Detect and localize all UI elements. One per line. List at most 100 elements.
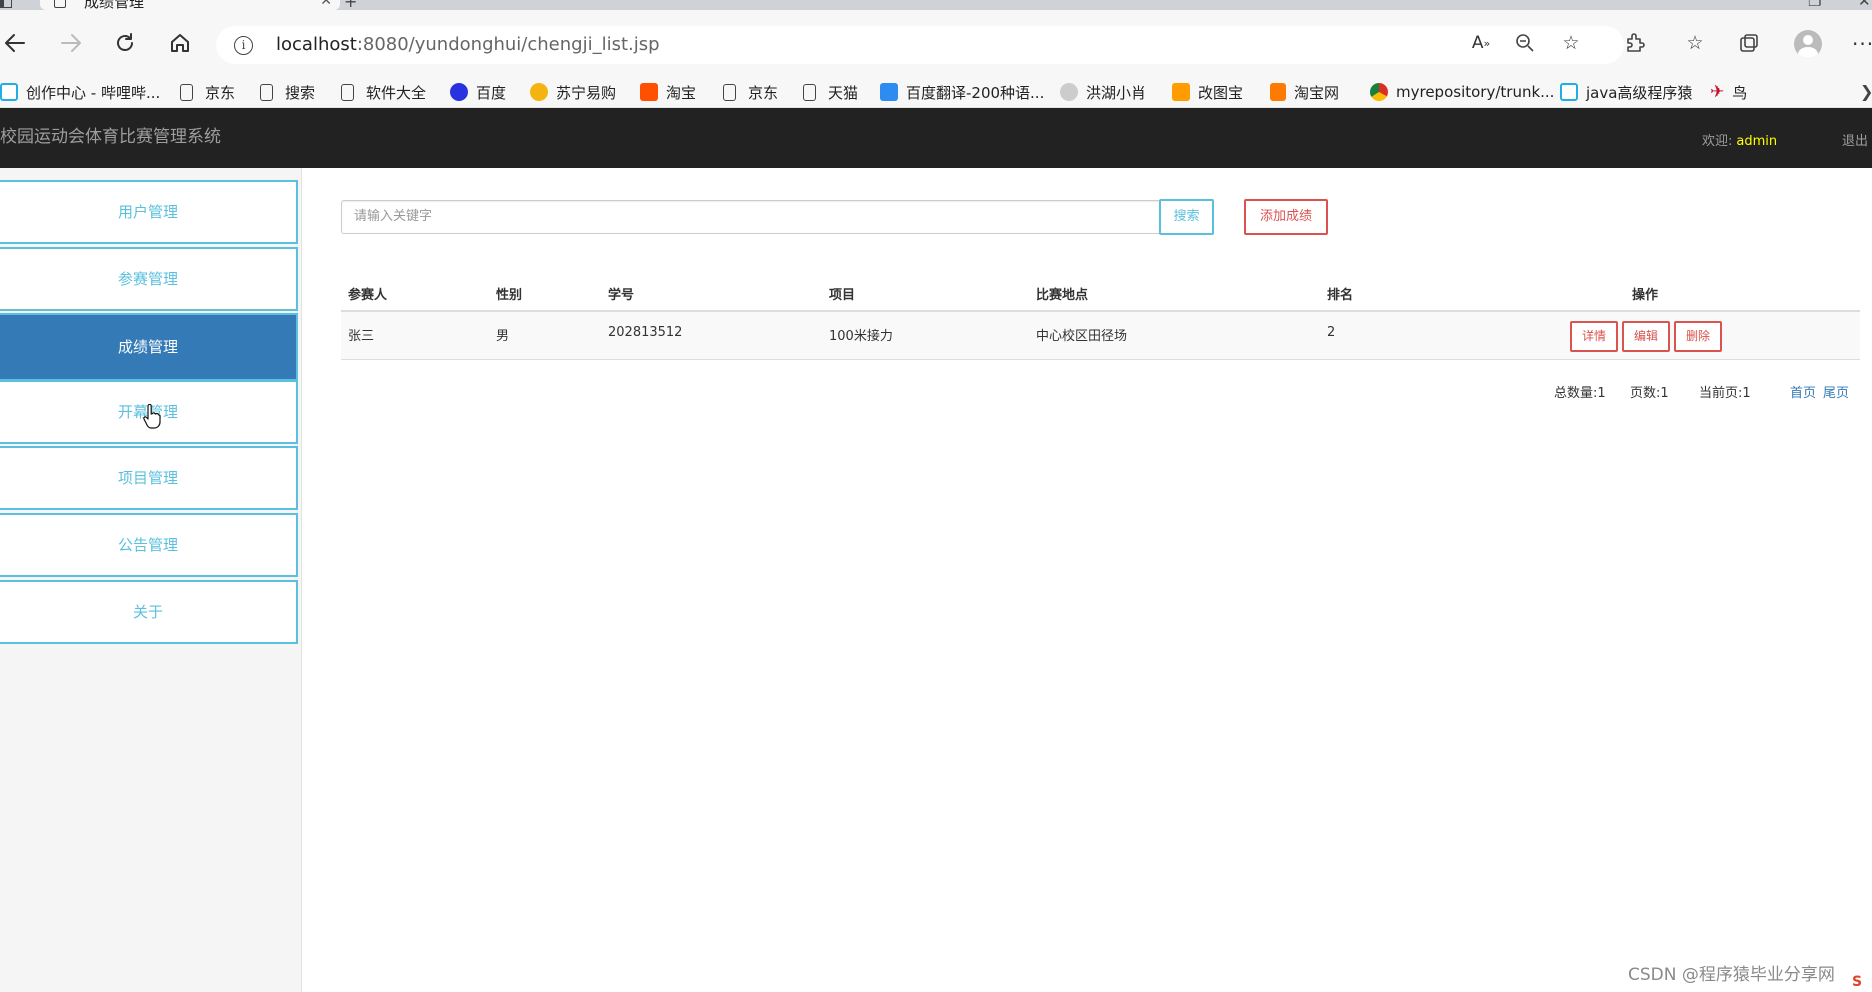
sidebar-item-user-management[interactable]: 用户管理: [0, 180, 298, 244]
sidebar-item-score-management[interactable]: 成绩管理: [0, 313, 298, 381]
username: admin: [1736, 134, 1778, 149]
bookmark-label: 改图宝: [1198, 83, 1244, 102]
bookmark-item[interactable]: 搜索: [260, 80, 315, 104]
bookmark-item[interactable]: 苏宁易购: [530, 80, 616, 104]
page-icon: [803, 83, 816, 101]
tab-title: 成绩管理: [84, 0, 145, 10]
hand-cursor-icon: [143, 404, 161, 429]
bookmark-item[interactable]: 创作中心 - 哔哩哔...: [0, 80, 160, 104]
honghu-icon: [1060, 83, 1078, 101]
screen: 成绩管理 ✕ + ❐ ✕ i localhost:8080/yundonghui…: [0, 0, 1872, 992]
extensions-icon[interactable]: [1620, 28, 1650, 58]
edit-button[interactable]: 编辑: [1622, 321, 1670, 352]
bookmarks-overflow-icon[interactable]: ❯: [1860, 82, 1872, 101]
search-input[interactable]: 请输入关键字: [341, 200, 1159, 234]
profile-avatar[interactable]: [1794, 30, 1822, 58]
app-navbar: 校园运动会体育比赛管理系统 欢迎: admin 退出: [0, 108, 1872, 168]
sidebar-item-about[interactable]: 关于: [0, 580, 298, 644]
bookmark-item[interactable]: 改图宝: [1172, 80, 1243, 104]
pager-first-link[interactable]: 首页: [1790, 382, 1816, 401]
app-brand[interactable]: 校园运动会体育比赛管理系统: [0, 122, 221, 147]
sidebar-item-participant-management[interactable]: 参赛管理: [0, 247, 298, 311]
column-header: 性别: [496, 288, 523, 303]
bookmark-item[interactable]: 软件大全: [341, 80, 426, 104]
watermark: CSDN @程序猿毕业分享网: [1628, 965, 1835, 985]
cell-gender: 男: [496, 329, 510, 344]
bookmark-label: 淘宝网: [1294, 83, 1340, 102]
column-header: 操作: [1632, 288, 1659, 303]
column-header: 学号: [608, 288, 635, 303]
home-icon[interactable]: [165, 28, 195, 58]
tab-close-icon[interactable]: ✕: [320, 0, 332, 9]
sidebar-item-event-management[interactable]: 项目管理: [0, 446, 298, 510]
logout-link[interactable]: 退出: [1842, 130, 1868, 149]
add-favorite-icon[interactable]: ☆: [1556, 28, 1586, 58]
table-header-row: 参赛人 性别 学号 项目 比赛地点 排名 操作: [341, 276, 1860, 312]
restore-window-icon[interactable]: ❐: [1808, 0, 1821, 10]
collections-icon[interactable]: [1734, 28, 1764, 58]
cell-participant: 张三: [348, 329, 375, 344]
column-header: 比赛地点: [1036, 288, 1089, 303]
bookmark-label: 百度: [476, 83, 507, 102]
cell-event: 100米接力: [829, 329, 893, 344]
detail-button[interactable]: 详情: [1570, 321, 1618, 352]
page-icon: [180, 83, 193, 101]
bookmark-label: 天猫: [828, 83, 859, 102]
page-icon: [723, 83, 736, 101]
bilibili-icon: [0, 83, 18, 101]
bookmark-label: 京东: [748, 83, 779, 102]
bookmark-item[interactable]: 淘宝: [640, 80, 696, 104]
sidebar-item-notice-management[interactable]: 公告管理: [0, 513, 298, 577]
bookmark-label: 软件大全: [366, 83, 427, 102]
more-options-icon[interactable]: ···: [1852, 32, 1872, 56]
gaitubao-icon: [1172, 83, 1190, 101]
column-header: 参赛人: [348, 288, 388, 303]
pager-total: 总数量:1: [1554, 386, 1606, 401]
back-icon[interactable]: [0, 28, 30, 58]
read-aloud-icon[interactable]: A»: [1466, 28, 1496, 58]
bookmark-item[interactable]: ✈ 鸟: [1710, 80, 1747, 104]
add-score-button[interactable]: 添加成绩: [1244, 199, 1328, 235]
baidu-icon: [450, 83, 468, 101]
site-info-icon[interactable]: i: [234, 36, 253, 55]
url-text[interactable]: localhost:8080/yundonghui/chengji_list.j…: [276, 34, 660, 55]
close-window-icon[interactable]: ✕: [1858, 0, 1871, 10]
address-bar[interactable]: i localhost:8080/yundonghui/chengji_list…: [216, 26, 1624, 64]
bookmarks-bar: 创作中心 - 哔哩哔... 京东 搜索 软件大全 百度 苏宁易购 淘宝 京东 天…: [0, 76, 1872, 108]
zoom-icon[interactable]: [1510, 28, 1540, 58]
delete-button[interactable]: 删除: [1674, 321, 1722, 352]
bookmark-item[interactable]: 洪湖小肖: [1060, 80, 1146, 104]
favorites-icon[interactable]: ☆: [1680, 28, 1710, 58]
search-button[interactable]: 搜索: [1159, 199, 1214, 235]
bookmark-item[interactable]: 天猫: [803, 80, 858, 104]
bookmark-item[interactable]: myrepository/trunk...: [1370, 80, 1554, 104]
browser-tab-active[interactable]: 成绩管理 ✕: [40, 0, 340, 10]
bilibili-icon: [1560, 83, 1578, 101]
tab-actions-icon[interactable]: [0, 0, 12, 8]
bookmark-item[interactable]: 京东: [723, 80, 778, 104]
bookmark-label: 苏宁易购: [556, 83, 617, 102]
bookmark-item[interactable]: 京东: [180, 80, 235, 104]
suning-icon: [530, 83, 548, 101]
pager-last-link[interactable]: 尾页: [1823, 382, 1849, 401]
bookmark-label: 创作中心 - 哔哩哔...: [26, 83, 161, 102]
chrome-icon: [1370, 83, 1388, 101]
taobao-icon: [640, 83, 658, 101]
bookmark-label: 淘宝: [666, 83, 697, 102]
cell-student-id: 202813512: [608, 325, 683, 340]
bookmark-label: 鸟: [1732, 83, 1748, 102]
bookmark-item[interactable]: 淘宝网: [1270, 80, 1339, 104]
page-icon: [341, 83, 354, 101]
forward-icon[interactable]: [56, 28, 86, 58]
url-path: :8080/yundonghui/chengji_list.jsp: [356, 34, 660, 55]
translate-icon: [880, 83, 898, 101]
sidebar: 用户管理 参赛管理 成绩管理 开幕管理 项目管理 公告管理 关于: [0, 168, 302, 992]
bookmark-item[interactable]: 百度翻译-200种语...: [880, 80, 1044, 104]
bookmark-label: 百度翻译-200种语...: [906, 83, 1045, 102]
tab-favicon-icon: [54, 0, 66, 8]
page-icon: [260, 83, 273, 101]
refresh-icon[interactable]: [110, 28, 140, 58]
browser-toolbar: i localhost:8080/yundonghui/chengji_list…: [0, 10, 1872, 76]
bookmark-item[interactable]: 百度: [450, 80, 506, 104]
bookmark-item[interactable]: java高级程序猿: [1560, 80, 1692, 104]
